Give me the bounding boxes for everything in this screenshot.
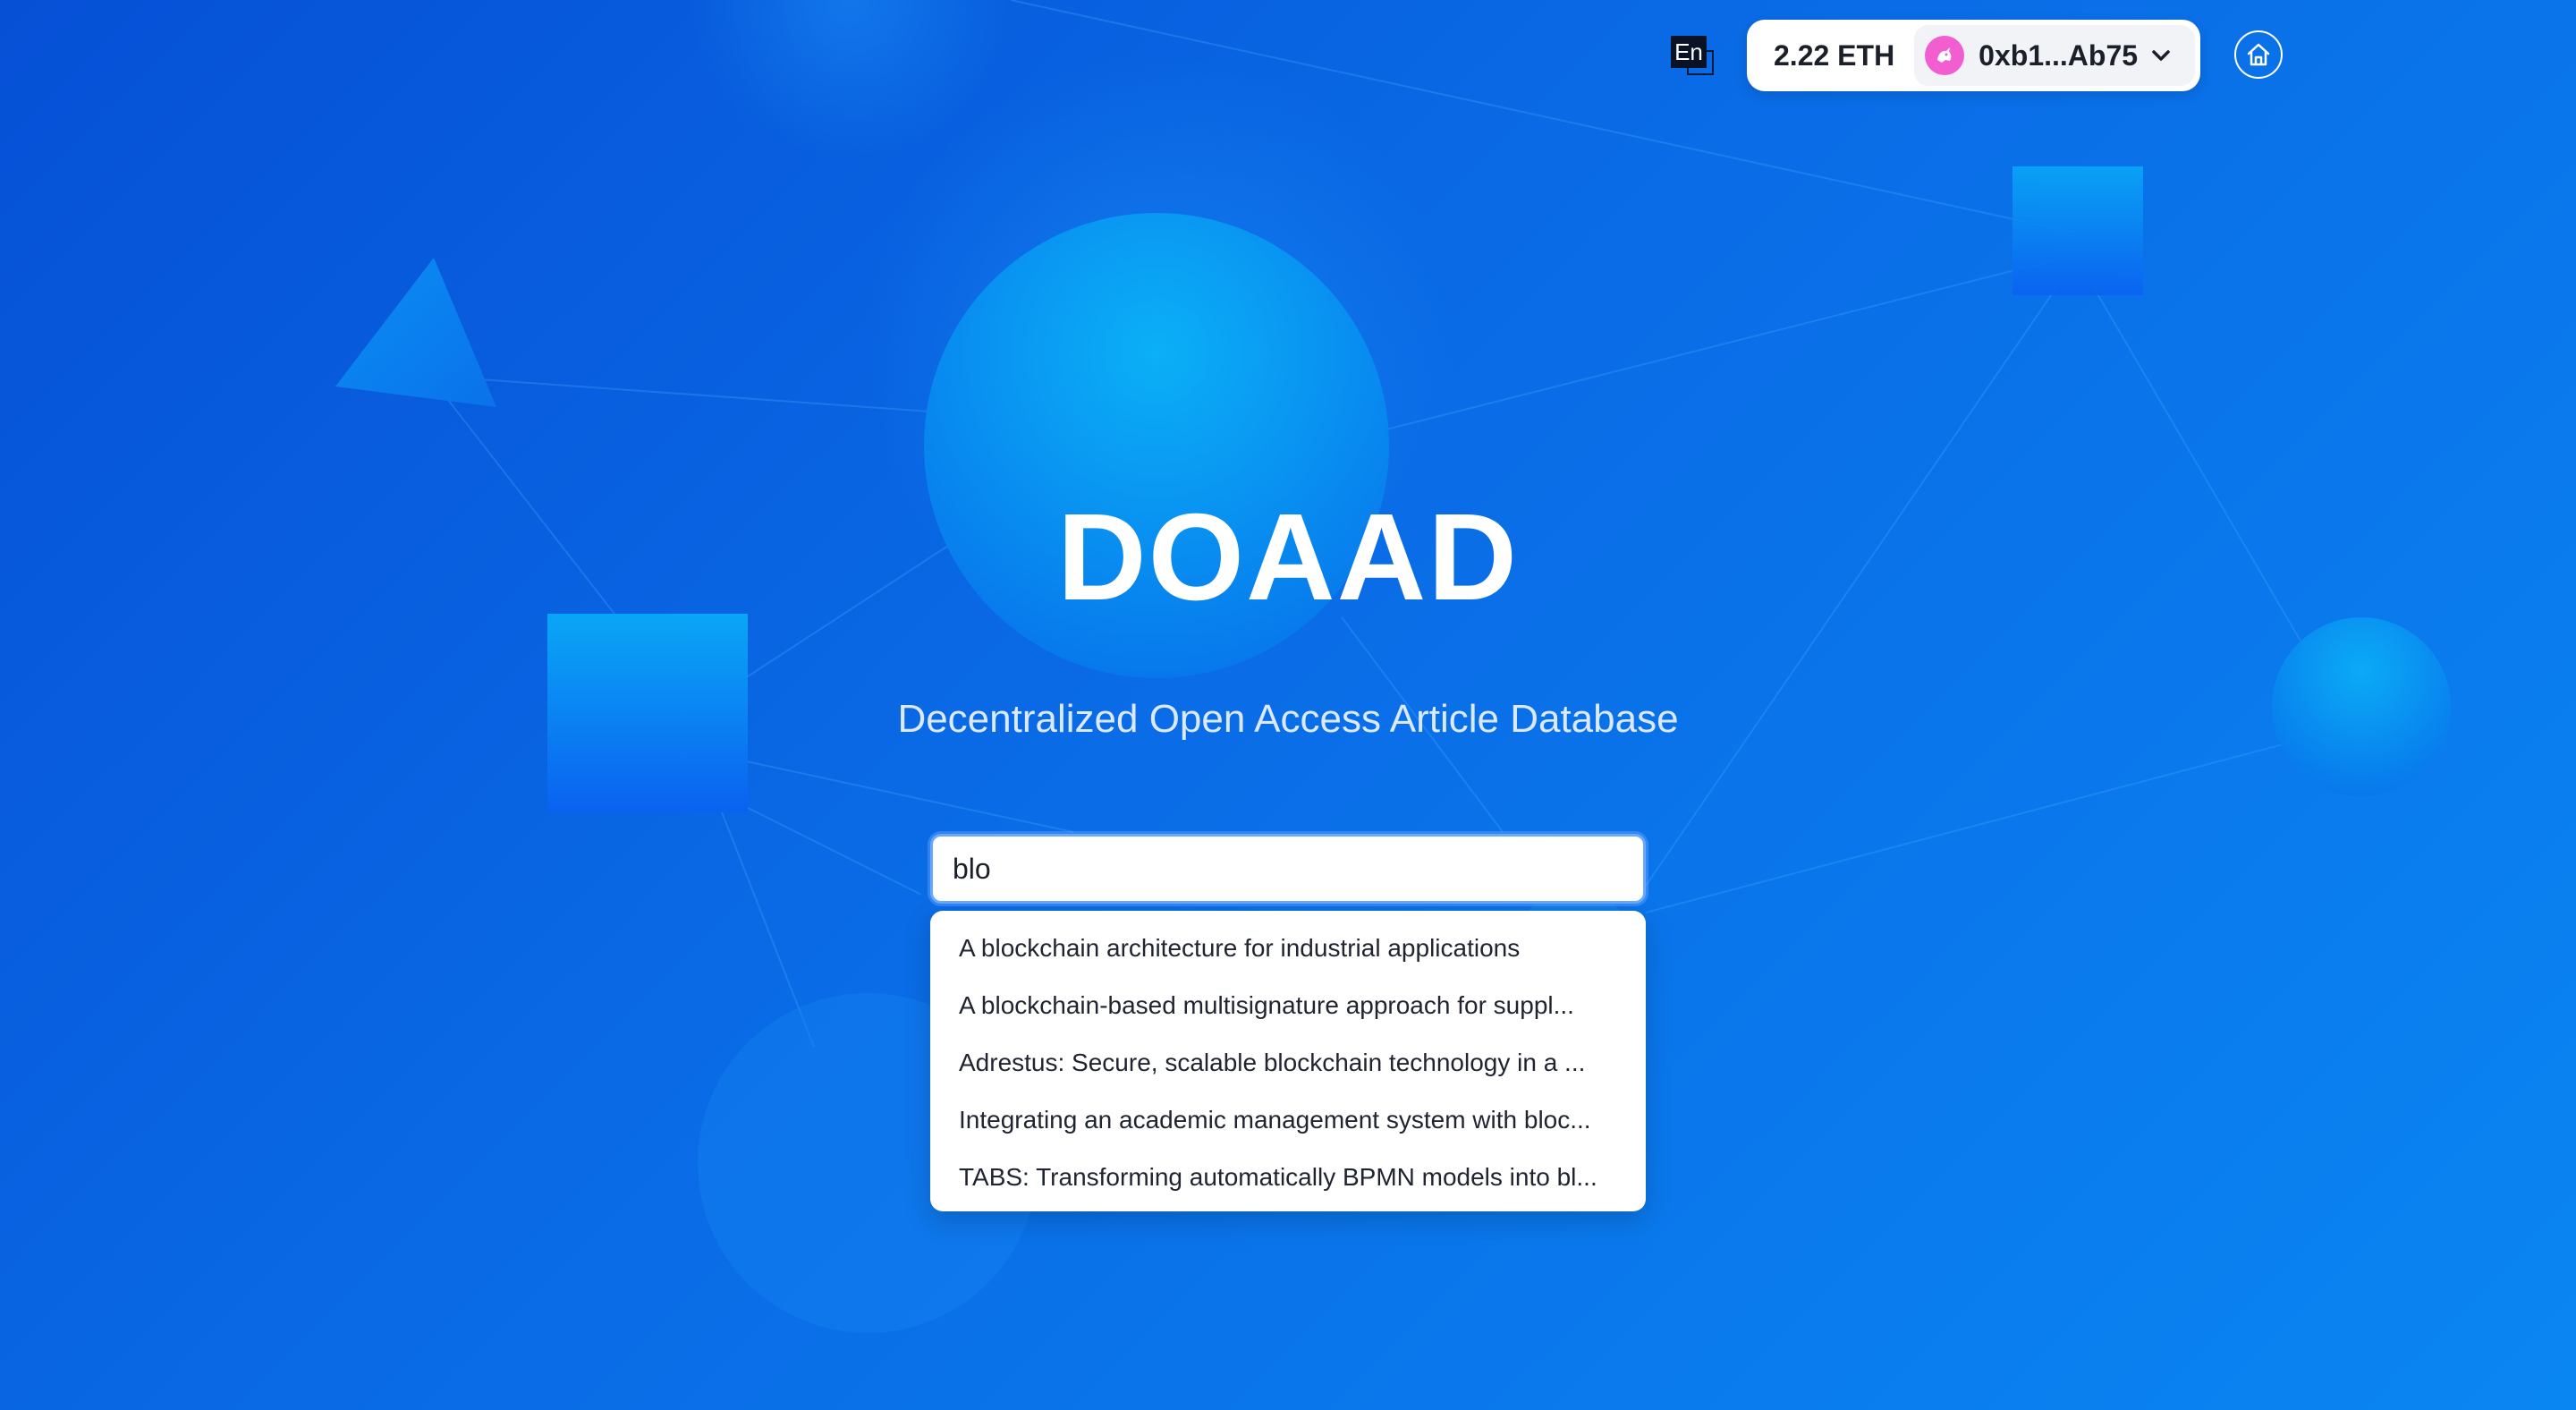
home-button[interactable] — [2234, 30, 2283, 79]
search-suggestions-dropdown: A blockchain architecture for industrial… — [930, 911, 1646, 1211]
landing-page: En 2.22 ETH 0xb1...Ab75 DOAAD Decentrali… — [0, 0, 2576, 1410]
wallet-address: 0xb1...Ab75 — [1979, 38, 2139, 72]
unicorn-icon — [1937, 47, 1952, 63]
account-dropdown-button[interactable]: 0xb1...Ab75 — [1914, 25, 2195, 86]
suggestion-item[interactable]: Integrating an academic management syste… — [930, 1091, 1646, 1149]
chevron-down-icon — [2152, 50, 2170, 61]
language-label: En — [1671, 36, 1707, 68]
home-icon — [2247, 43, 2270, 66]
suggestion-item[interactable]: A blockchain architecture for industrial… — [930, 920, 1646, 977]
language-switch-button[interactable]: En — [1671, 36, 1717, 79]
search-input[interactable] — [933, 837, 1643, 901]
suggestion-item[interactable]: TABS: Transforming automatically BPMN mo… — [930, 1149, 1646, 1206]
page-title: DOAAD — [1057, 488, 1519, 626]
suggestion-item[interactable]: A blockchain-based multisignature approa… — [930, 977, 1646, 1034]
suggestion-item[interactable]: Adrestus: Secure, scalable blockchain te… — [930, 1034, 1646, 1091]
page-subtitle: Decentralized Open Access Article Databa… — [897, 697, 1679, 741]
search-box — [930, 834, 1646, 904]
wallet-widget: 2.22 ETH 0xb1...Ab75 — [1747, 20, 2200, 91]
wallet-balance: 2.22 ETH — [1774, 38, 1895, 72]
avatar-icon — [1925, 36, 1965, 75]
